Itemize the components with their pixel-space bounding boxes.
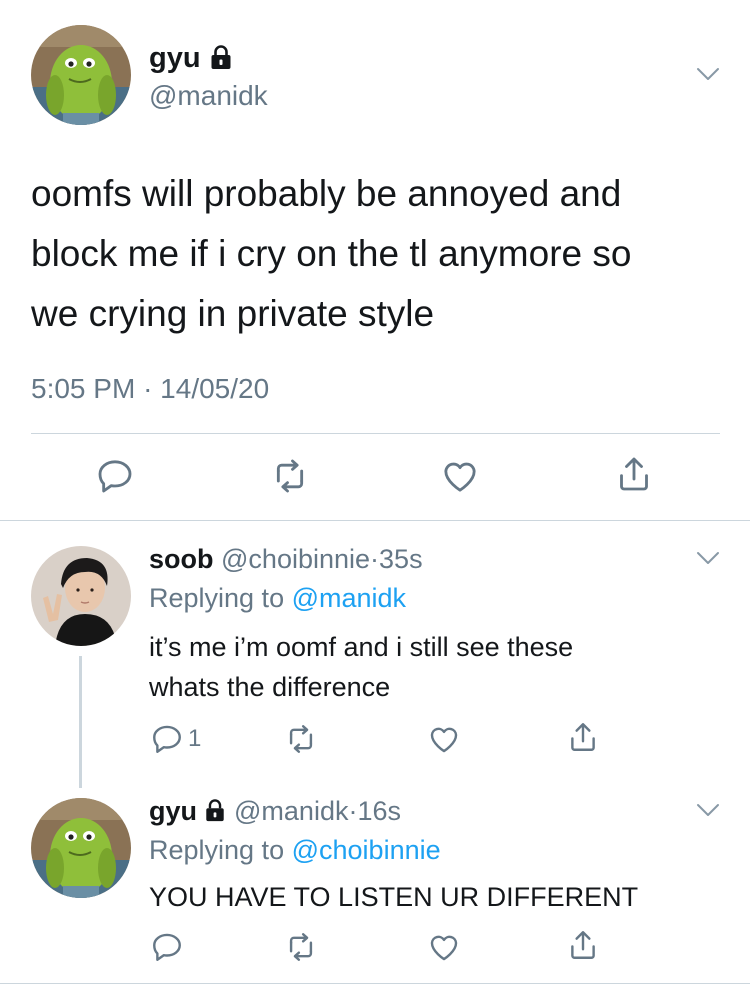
main-tweet-text-line: we crying in private style bbox=[31, 293, 435, 334]
main-tweet-display-name[interactable]: gyu bbox=[149, 41, 201, 75]
main-reply-button[interactable] bbox=[95, 456, 135, 496]
main-like-button[interactable] bbox=[440, 456, 480, 496]
reply1-text: it’s me i’m oomf and i still see these w… bbox=[149, 627, 573, 707]
avatar-image bbox=[31, 25, 131, 125]
main-tweet-timestamp: 5:05 PM · 14/05/20 bbox=[31, 372, 269, 406]
reply1-handle[interactable]: @choibinnie bbox=[221, 544, 370, 574]
main-tweet-text-line: oomfs will probably be annoyed and bbox=[31, 173, 622, 214]
main-share-button[interactable] bbox=[614, 454, 654, 494]
reply2-time: 16s bbox=[357, 796, 402, 826]
chevron-down-icon[interactable] bbox=[695, 550, 721, 566]
reply1-time: 35s bbox=[379, 544, 423, 574]
reply-icon bbox=[95, 456, 135, 496]
chevron-down-icon[interactable] bbox=[695, 802, 721, 818]
avatar-image bbox=[31, 798, 131, 898]
replying-to-prefix: Replying to bbox=[149, 835, 285, 865]
reply2-share-button[interactable] bbox=[566, 928, 600, 962]
replying-to-mention[interactable]: @manidk bbox=[292, 583, 406, 613]
reply1-reply-button[interactable]: 1 bbox=[150, 722, 201, 756]
reply-icon bbox=[150, 722, 184, 756]
reply2-handle[interactable]: @manidk bbox=[234, 795, 348, 827]
chevron-down-icon[interactable] bbox=[695, 66, 721, 82]
reply1-avatar[interactable] bbox=[31, 546, 131, 646]
reply1-like-button[interactable] bbox=[427, 722, 461, 756]
reply1-separator: · bbox=[370, 544, 380, 574]
replying-to-mention[interactable]: @choibinnie bbox=[292, 835, 441, 865]
lock-icon bbox=[209, 45, 233, 71]
lock-icon bbox=[204, 799, 226, 823]
reply1-text-line: whats the difference bbox=[149, 672, 391, 702]
reply2-avatar[interactable] bbox=[31, 798, 131, 898]
main-tweet-handle[interactable]: @manidk bbox=[149, 80, 268, 112]
reply2-text: YOU HAVE TO LISTEN UR DIFFERENT bbox=[149, 882, 639, 912]
retweet-icon bbox=[270, 456, 310, 496]
share-icon bbox=[566, 720, 600, 754]
reply2-replying-to: Replying to @choibinnie bbox=[149, 834, 441, 866]
retweet-icon bbox=[284, 930, 318, 964]
reply1-replying-to: Replying to @manidk bbox=[149, 582, 406, 614]
main-tweet-text: oomfs will probably be annoyed and block… bbox=[31, 164, 631, 344]
avatar-image bbox=[31, 546, 131, 646]
section-divider bbox=[0, 520, 750, 521]
main-tweet-name-row: gyu bbox=[149, 41, 233, 75]
reply2-reply-button[interactable] bbox=[150, 930, 184, 964]
heart-icon bbox=[440, 456, 480, 496]
heart-icon bbox=[427, 722, 461, 756]
main-tweet-time: 5:05 PM bbox=[31, 373, 136, 404]
main-tweet-date: 14/05/20 bbox=[160, 373, 270, 404]
bottom-divider bbox=[0, 983, 750, 984]
reply2-retweet-button[interactable] bbox=[284, 930, 318, 964]
retweet-icon bbox=[284, 722, 318, 756]
reply1-reply-count: 1 bbox=[188, 725, 202, 752]
reply2-like-button[interactable] bbox=[427, 930, 461, 964]
reply2-header: gyu @manidk · 16s bbox=[149, 795, 401, 827]
main-tweet-avatar[interactable] bbox=[31, 25, 131, 125]
main-tweet-divider bbox=[31, 433, 720, 434]
reply2-display-name[interactable]: gyu bbox=[149, 795, 197, 827]
main-retweet-button[interactable] bbox=[270, 456, 310, 496]
replying-to-prefix: Replying to bbox=[149, 583, 285, 613]
reply2-separator: · bbox=[348, 796, 358, 826]
reply1-retweet-button[interactable] bbox=[284, 722, 318, 756]
timestamp-separator: · bbox=[143, 373, 153, 404]
share-icon bbox=[614, 454, 654, 494]
main-tweet-text-line: block me if i cry on the tl anymore so bbox=[31, 233, 632, 274]
heart-icon bbox=[427, 930, 461, 964]
reply1-text-line: it’s me i’m oomf and i still see these bbox=[149, 632, 574, 662]
share-icon bbox=[566, 928, 600, 962]
reply1-share-button[interactable] bbox=[566, 720, 600, 754]
reply1-display-name[interactable]: soob bbox=[149, 544, 214, 574]
reply-icon bbox=[150, 930, 184, 964]
reply1-header: soob @choibinnie·35s bbox=[149, 543, 423, 575]
thread-line bbox=[79, 656, 82, 788]
